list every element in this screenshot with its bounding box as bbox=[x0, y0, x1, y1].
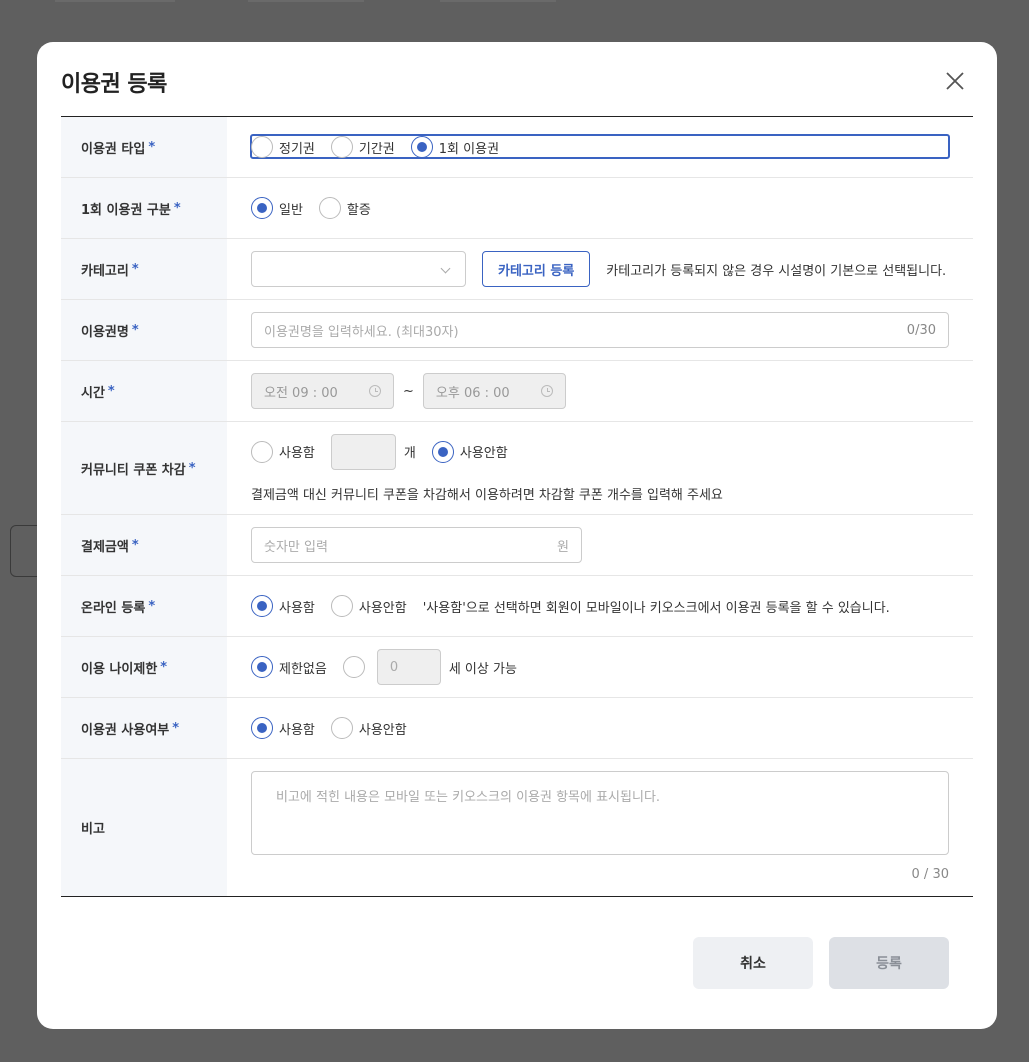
radio-age-limit[interactable] bbox=[342, 656, 371, 678]
chevron-down-icon bbox=[440, 263, 451, 274]
background-tab bbox=[55, 0, 175, 2]
row-time: 시간 * 오전 09 : 00 ~ 오후 06 : 00 bbox=[61, 361, 973, 422]
cancel-button[interactable]: 취소 bbox=[693, 937, 813, 989]
time-label: 시간 * bbox=[61, 361, 227, 421]
price-input[interactable]: 숫자만 입력 원 bbox=[251, 527, 582, 563]
radio-usage-not-use[interactable]: 사용안함 bbox=[330, 717, 407, 739]
radio-coupon-not-use[interactable]: 사용안함 bbox=[431, 440, 508, 463]
radio-no-limit[interactable]: 제한없음 bbox=[251, 656, 327, 678]
time-separator: ~ bbox=[403, 383, 414, 399]
radio-normal[interactable]: 일반 bbox=[251, 197, 303, 219]
online-label: 온라인 등록 * bbox=[61, 576, 227, 636]
usage-label: 이용권 사용여부 * bbox=[61, 698, 227, 758]
community-coupon-label: 커뮤니티 쿠폰 차감 * bbox=[61, 422, 227, 514]
price-unit: 원 bbox=[557, 539, 569, 555]
close-icon[interactable] bbox=[943, 69, 967, 93]
row-ticket-type: 이용권 타입 * 정기권 기간권 1회 이용권 bbox=[61, 117, 973, 178]
radio-online-use[interactable]: 사용함 bbox=[251, 595, 315, 617]
online-help-text: '사용함'으로 선택하면 회원이 모바일이나 키오스크에서 이용권 등록을 할 … bbox=[422, 600, 890, 616]
clock-icon bbox=[540, 385, 553, 397]
radio-coupon-use[interactable]: 사용함 bbox=[251, 440, 315, 463]
radio-usage-use[interactable]: 사용함 bbox=[251, 717, 315, 739]
ticket-type-label: 이용권 타입 * bbox=[61, 117, 227, 177]
row-price: 결제금액 * 숫자만 입력 원 bbox=[61, 515, 973, 576]
single-category-label: 1회 이용권 구분 * bbox=[61, 178, 227, 238]
radio-period-pass[interactable]: 기간권 bbox=[330, 136, 395, 158]
ticket-form: 이용권 타입 * 정기권 기간권 1회 이용권 1회 이용권 구분 * 일반 할증 … bbox=[61, 116, 973, 897]
row-online: 온라인 등록 * 사용함 사용안함 '사용함'으로 선택하면 회원이 모바일이나 … bbox=[61, 576, 973, 637]
note-counter: 0 / 30 bbox=[911, 867, 949, 882]
radio-online-not-use[interactable]: 사용안함 bbox=[330, 595, 407, 617]
ticket-name-counter: 0/30 bbox=[906, 322, 936, 338]
row-usage: 이용권 사용여부 * 사용함 사용안함 bbox=[61, 698, 973, 759]
coupon-count-input[interactable] bbox=[330, 433, 396, 470]
radio-regular-pass[interactable]: 정기권 bbox=[251, 136, 315, 158]
ticket-register-modal: 이용권 등록 이용권 타입 * 정기권 기간권 1회 이용권 1회 이용권 구분 *… bbox=[37, 42, 997, 1029]
price-label: 결제금액 * bbox=[61, 515, 227, 575]
category-help-text: 카테고리가 등록되지 않은 경우 시설명이 기본으로 선택됩니다. bbox=[606, 263, 947, 279]
row-age-limit: 이용 나이제한 * 제한없음 0 세 이상 가능 bbox=[61, 637, 973, 698]
row-ticket-name: 이용권명 * 이용권명을 입력하세요. (최대30자) 0/30 bbox=[61, 300, 973, 361]
age-limit-label: 이용 나이제한 * bbox=[61, 637, 227, 697]
radio-single-pass[interactable]: 1회 이용권 bbox=[410, 136, 499, 158]
background-tab bbox=[440, 0, 556, 2]
coupon-unit: 개 bbox=[403, 446, 416, 461]
row-community-coupon: 커뮤니티 쿠폰 차감 * 사용함 개 사용안함 결제금액 대신 커뮤니티 쿠폰을 … bbox=[61, 422, 973, 515]
background-tab bbox=[248, 0, 364, 2]
age-input[interactable]: 0 bbox=[376, 649, 441, 685]
category-label: 카테고리 * bbox=[61, 239, 227, 299]
note-textarea[interactable]: 비고에 적힌 내용은 모바일 또는 키오스크의 이용권 항목에 표시됩니다. bbox=[251, 771, 949, 855]
age-suffix: 세 이상 가능 bbox=[448, 661, 517, 677]
ticket-name-label: 이용권명 * bbox=[61, 300, 227, 360]
row-single-category: 1회 이용권 구분 * 일반 할증 bbox=[61, 178, 973, 239]
start-time-input[interactable]: 오전 09 : 00 bbox=[251, 373, 394, 409]
row-note: 비고 비고에 적힌 내용은 모바일 또는 키오스크의 이용권 항목에 표시됩니다… bbox=[61, 759, 973, 896]
submit-button[interactable]: 등록 bbox=[829, 937, 949, 989]
coupon-help-text: 결제금액 대신 커뮤니티 쿠폰을 차감해서 이용하려면 차감할 쿠폰 개수를 입… bbox=[251, 487, 723, 503]
radio-surcharge[interactable]: 할증 bbox=[318, 197, 371, 219]
clock-icon bbox=[369, 385, 381, 397]
ticket-name-input[interactable]: 이용권명을 입력하세요. (최대30자) 0/30 bbox=[251, 312, 949, 348]
note-label: 비고 bbox=[61, 759, 227, 896]
end-time-input[interactable]: 오후 06 : 00 bbox=[422, 373, 566, 409]
register-category-button[interactable]: 카테고리 등록 bbox=[482, 251, 591, 287]
modal-title: 이용권 등록 bbox=[61, 72, 167, 97]
row-category: 카테고리 * 카테고리 등록 카테고리가 등록되지 않은 경우 시설명이 기본으로… bbox=[61, 239, 973, 300]
category-select[interactable] bbox=[251, 251, 466, 287]
